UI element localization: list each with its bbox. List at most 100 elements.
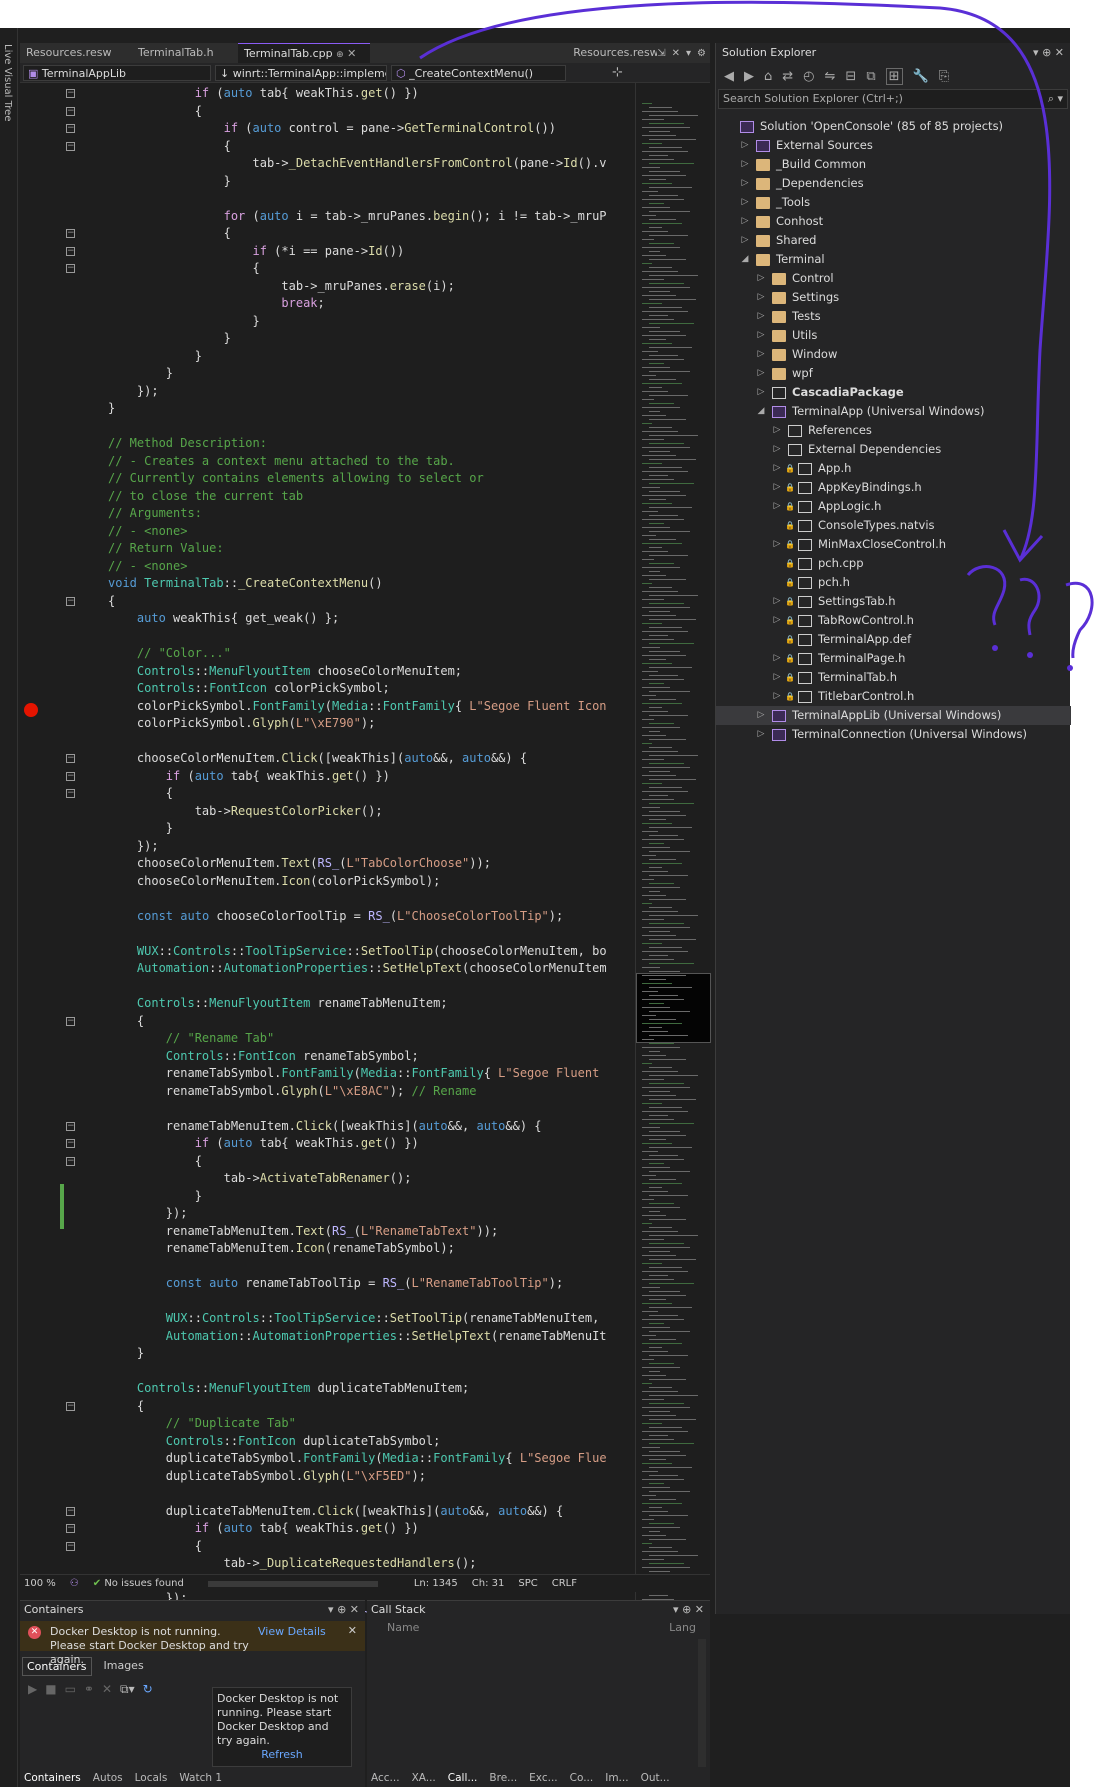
- collapsed-arrow-icon[interactable]: ▷: [772, 459, 782, 478]
- member-dropdown[interactable]: ⬡ _CreateContextMenu(): [391, 64, 566, 81]
- collapsed-arrow-icon[interactable]: ▷: [772, 611, 782, 630]
- close-icon[interactable]: ✕: [348, 1624, 357, 1638]
- collapsed-arrow-icon[interactable]: ▷: [772, 478, 782, 497]
- tree-item[interactable]: ▷ 🔒 MinMaxCloseControl.h: [716, 535, 1071, 554]
- tab-resources-resw-2[interactable]: Resources.resw: [567, 43, 657, 63]
- home-icon[interactable]: ⌂: [764, 69, 772, 84]
- fold-toggle-icon[interactable]: −: [66, 141, 75, 151]
- pane-controls[interactable]: ▾ ⊕ ✕: [328, 1601, 359, 1619]
- tab-resources-resw[interactable]: Resources.resw: [20, 43, 132, 63]
- tree-item[interactable]: ◢ TerminalApp (Universal Windows): [716, 402, 1071, 421]
- issues-indicator[interactable]: ✔ No issues found: [93, 1578, 184, 1589]
- tree-item[interactable]: 🔒 TerminalApp.def: [716, 630, 1071, 649]
- bottom-tab-autos[interactable]: Autos: [93, 1769, 123, 1787]
- link-icon[interactable]: ⚭: [84, 1682, 94, 1697]
- terminal-icon[interactable]: ▭: [65, 1682, 76, 1697]
- view-details-link[interactable]: View Details: [258, 1625, 326, 1639]
- bottom-tab[interactable]: Bre...: [489, 1769, 517, 1787]
- tree-item[interactable]: ▷ 🔒 AppKeyBindings.h: [716, 478, 1071, 497]
- bottom-tab[interactable]: Im...: [605, 1769, 628, 1787]
- tree-item[interactable]: ▷ External Dependencies: [716, 440, 1071, 459]
- tree-item[interactable]: ▷ Shared: [716, 231, 1071, 250]
- window-controls[interactable]: ▾ ⊕ ✕: [1033, 43, 1064, 63]
- tree-item[interactable]: ▷ Conhost: [716, 212, 1071, 231]
- copilot-icon[interactable]: ⚇: [70, 1578, 79, 1589]
- tree-item[interactable]: ▷ Utils: [716, 326, 1071, 345]
- fold-toggle-icon[interactable]: −: [66, 596, 75, 606]
- collapsed-arrow-icon[interactable]: ▷: [740, 174, 750, 193]
- fold-toggle-icon[interactable]: −: [66, 789, 75, 798]
- play-icon[interactable]: ▶: [28, 1682, 37, 1697]
- fold-toggle-icon[interactable]: −: [66, 1541, 75, 1551]
- tree-item[interactable]: ▷ 🔒 App.h: [716, 459, 1071, 478]
- pin-tab-icon[interactable]: ⇲: [657, 48, 665, 59]
- breakpoint-gutter[interactable]: [20, 83, 48, 1614]
- tree-item[interactable]: ▷ External Sources: [716, 136, 1071, 155]
- fold-toggle-icon[interactable]: −: [66, 106, 75, 116]
- chevron-down-icon[interactable]: ▾: [686, 48, 691, 59]
- zoom-level[interactable]: 100 %: [24, 1578, 56, 1589]
- search-icon[interactable]: ⌕ ▾: [1048, 90, 1063, 108]
- collapsed-arrow-icon[interactable]: ▷: [756, 364, 766, 383]
- forward-icon[interactable]: ▶: [744, 69, 754, 84]
- pin-icon[interactable]: ⊕: [336, 50, 344, 60]
- tree-item[interactable]: ▷ 🔒 TerminalTab.h: [716, 668, 1071, 687]
- refresh-link[interactable]: Refresh: [217, 1748, 347, 1762]
- collapsed-arrow-icon[interactable]: ▷: [740, 136, 750, 155]
- vertical-scrollbar[interactable]: [698, 1639, 706, 1767]
- breakpoint-icon[interactable]: [24, 703, 38, 717]
- fold-toggle-icon[interactable]: −: [66, 1506, 75, 1516]
- fold-toggle-icon[interactable]: −: [66, 264, 75, 273]
- minimap[interactable]: [635, 83, 711, 1620]
- tree-item[interactable]: ▷ Window: [716, 345, 1071, 364]
- tree-item[interactable]: ▷ 🔒 SettingsTab.h: [716, 592, 1071, 611]
- collapsed-arrow-icon[interactable]: ▷: [772, 440, 782, 459]
- fold-toggle-icon[interactable]: −: [66, 1139, 75, 1148]
- sync-icon[interactable]: ⇋: [825, 69, 836, 84]
- bottom-tab[interactable]: Exc...: [529, 1769, 557, 1787]
- column-lang[interactable]: Lang: [669, 1619, 696, 1637]
- tree-item[interactable]: ▷ Settings: [716, 288, 1071, 307]
- fold-toggle-icon[interactable]: −: [66, 1524, 75, 1533]
- column-name[interactable]: Name: [387, 1621, 419, 1634]
- fold-toggle-icon[interactable]: −: [66, 124, 75, 133]
- tree-item[interactable]: ▷ 🔒 TerminalPage.h: [716, 649, 1071, 668]
- fold-toggle-icon[interactable]: −: [66, 771, 75, 781]
- collapsed-arrow-icon[interactable]: ▷: [756, 383, 766, 402]
- show-all-files-icon[interactable]: ⧉: [866, 69, 875, 84]
- live-visual-tree-tab[interactable]: Live Visual Tree: [0, 28, 18, 1787]
- collapsed-arrow-icon[interactable]: ▷: [772, 421, 782, 440]
- fold-toggle-icon[interactable]: −: [66, 89, 75, 98]
- project-dropdown[interactable]: ▣ TerminalAppLib: [23, 64, 211, 81]
- expanded-arrow-icon[interactable]: ◢: [740, 250, 750, 269]
- tree-item[interactable]: ▷ TerminalConnection (Universal Windows): [716, 725, 1071, 744]
- bottom-tab[interactable]: Call...: [448, 1769, 478, 1787]
- tree-item[interactable]: Solution 'OpenConsole' (85 of 85 project…: [716, 117, 1071, 136]
- prune-icon[interactable]: ⧉▾: [120, 1682, 135, 1697]
- pane-controls[interactable]: ▾ ⊕ ✕: [673, 1601, 704, 1619]
- tree-item[interactable]: ▷ CascadiaPackage: [716, 383, 1071, 402]
- tab-terminaltab-h[interactable]: TerminalTab.h: [132, 43, 238, 63]
- bottom-tab[interactable]: Co...: [570, 1769, 594, 1787]
- collapsed-arrow-icon[interactable]: ▷: [772, 649, 782, 668]
- back-icon[interactable]: ◀: [724, 69, 734, 84]
- collapsed-arrow-icon[interactable]: ▷: [740, 155, 750, 174]
- tab-terminaltab-cpp[interactable]: TerminalTab.cpp ⊕ ✕: [238, 43, 370, 63]
- tree-item[interactable]: ▷ TerminalAppLib (Universal Windows): [716, 706, 1071, 725]
- fold-toggle-icon[interactable]: −: [66, 754, 75, 763]
- horizontal-scrollbar[interactable]: [207, 1580, 378, 1587]
- bottom-tab-watch[interactable]: Watch 1: [179, 1769, 222, 1787]
- switch-views-icon[interactable]: ⇄: [782, 69, 793, 84]
- fold-toggle-icon[interactable]: −: [66, 1156, 75, 1166]
- collapsed-arrow-icon[interactable]: ▷: [756, 725, 766, 744]
- tree-item[interactable]: 🔒 pch.h: [716, 573, 1071, 592]
- tree-item[interactable]: ▷ _Tools: [716, 193, 1071, 212]
- tree-item[interactable]: ▷ References: [716, 421, 1071, 440]
- fold-toggle-icon[interactable]: −: [66, 1401, 75, 1411]
- tree-item[interactable]: ▷ _Build Common: [716, 155, 1071, 174]
- tree-item[interactable]: ▷ Control: [716, 269, 1071, 288]
- collapsed-arrow-icon[interactable]: ▷: [772, 535, 782, 554]
- collapse-all-icon[interactable]: ⊟: [845, 69, 856, 84]
- collapsed-arrow-icon[interactable]: ▷: [740, 193, 750, 212]
- bottom-tab[interactable]: Acc...: [371, 1769, 400, 1787]
